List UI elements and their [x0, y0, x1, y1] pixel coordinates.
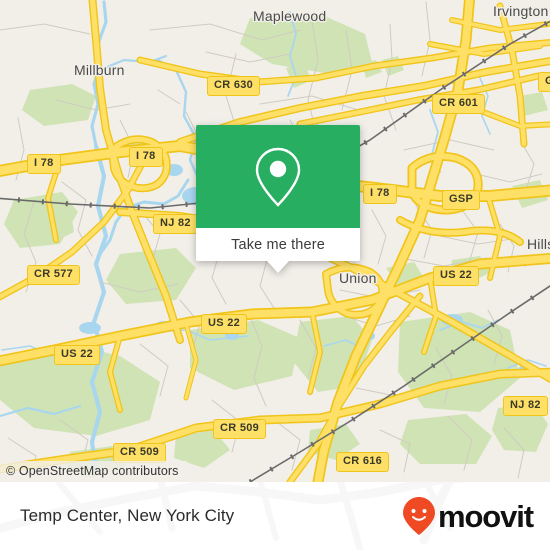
highway-shield-nj82-lower: NJ 82 [503, 396, 548, 416]
highway-shield-cr601: CR 601 [432, 94, 486, 114]
highway-shield-cr577: CR 577 [27, 265, 81, 285]
highway-shield-i78-east: I 78 [363, 184, 397, 204]
highway-shield-cr509-east: CR 509 [213, 419, 267, 439]
highway-shield-nj82-upper: NJ 82 [153, 214, 198, 234]
highway-shield-i78-mid: I 78 [129, 147, 163, 167]
highway-shield-us22-east: US 22 [433, 266, 480, 286]
map-pin-icon [255, 147, 301, 207]
page-title: Temp Center, New York City [20, 506, 235, 525]
popup-header [196, 125, 360, 228]
highway-shield-gsp: GSP [442, 190, 481, 210]
map-canvas[interactable]: Maplewood Irvington Millburn Union Hills… [0, 0, 550, 482]
moovit-logo[interactable]: moovit [402, 496, 534, 536]
popup-action-bar[interactable]: Take me there [196, 228, 360, 273]
highway-shield-cr616: CR 616 [336, 452, 390, 472]
highway-shield-gsp-edge: GS [538, 72, 550, 92]
footer-bar: Temp Center, New York City moovit [0, 482, 550, 550]
moovit-wordmark: moovit [437, 498, 534, 534]
highway-shield-cr630: CR 630 [207, 76, 261, 96]
map-screenshot: Maplewood Irvington Millburn Union Hills… [0, 0, 550, 550]
popup-tail [267, 261, 289, 273]
moovit-pin-smiley-icon [402, 497, 435, 535]
highway-shield-cr509-west: CR 509 [113, 443, 167, 463]
take-me-there-label: Take me there [231, 236, 325, 253]
highway-shield-i78-west: I 78 [27, 154, 61, 174]
highway-shield-us22-mid: US 22 [201, 314, 248, 334]
highway-shield-us22-west: US 22 [54, 345, 101, 365]
location-popup[interactable]: Take me there [196, 125, 360, 273]
osm-attribution[interactable]: © OpenStreetMap contributors [0, 461, 187, 482]
